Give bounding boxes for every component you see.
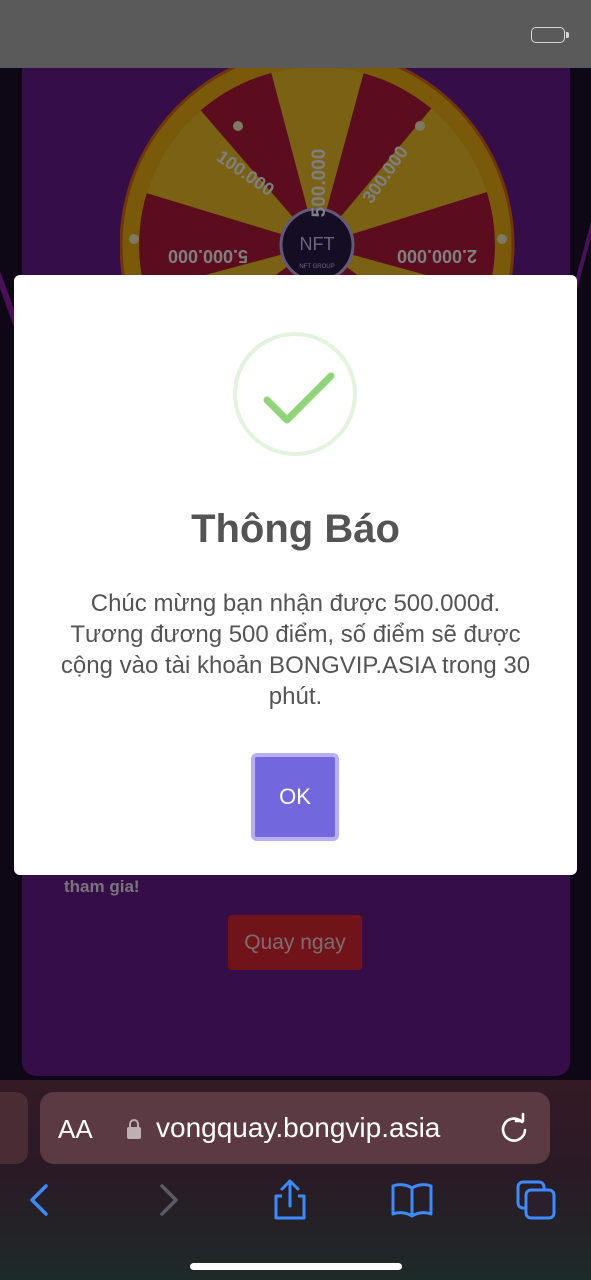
browser-toolbar: AA vongquay.bongvip.asia [0,1080,591,1280]
forward-icon[interactable] [146,1178,190,1222]
lock-icon [127,1119,141,1139]
success-circle [233,332,357,456]
dialog-message: Chúc mừng bạn nhận được 500.000đ. Tương … [60,590,531,710]
share-icon[interactable] [268,1178,312,1222]
status-bar [0,0,591,68]
back-icon[interactable] [18,1178,62,1222]
url-text: vongquay.bongvip.asia [156,1112,441,1143]
ok-button[interactable]: OK [251,753,339,841]
address-bar[interactable]: AA vongquay.bongvip.asia [40,1092,550,1164]
reload-icon[interactable] [498,1112,530,1144]
aa-label: AA [58,1114,93,1144]
battery-icon [531,27,569,43]
notification-dialog: Thông Báo Chúc mừng bạn nhận được 500.00… [14,275,577,875]
dialog-title: Thông Báo [191,507,400,551]
bookmarks-icon[interactable] [390,1178,434,1222]
check-icon [263,372,335,424]
home-indicator [190,1263,402,1270]
tabs-icon[interactable] [514,1178,558,1222]
previous-tab-peek[interactable] [0,1092,28,1164]
reader-aa-button[interactable]: AA [58,1114,93,1145]
